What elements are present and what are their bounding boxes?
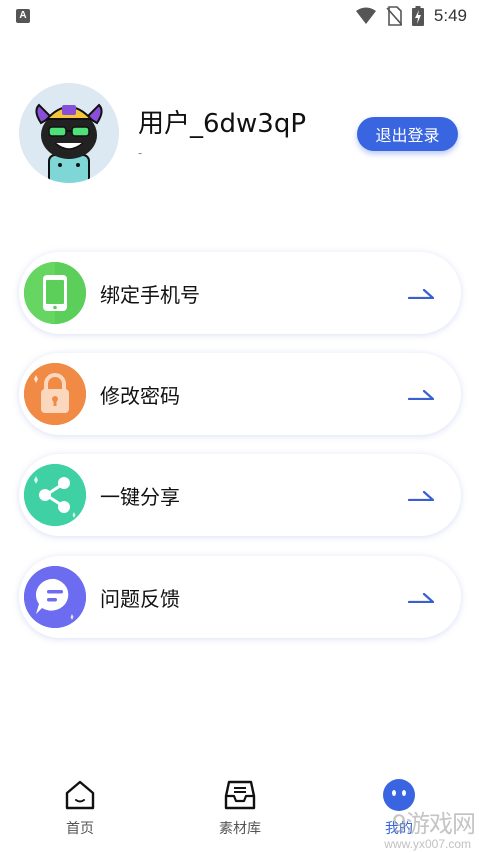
arrow-right-icon: [407, 592, 435, 603]
share-icon: [24, 464, 86, 526]
user-subline: -: [138, 146, 143, 160]
app-notification-icon: A: [16, 9, 30, 23]
menu-item-bind-phone[interactable]: 绑定手机号: [19, 252, 461, 334]
menu-item-feedback[interactable]: 问题反馈: [19, 556, 461, 638]
status-icons: 5:49: [355, 5, 467, 27]
status-bar: A 5:49: [0, 0, 479, 32]
menu-item-change-password[interactable]: 修改密码: [19, 353, 461, 435]
username: 用户_6dw3qP: [138, 109, 307, 139]
avatar[interactable]: [19, 83, 119, 183]
nav-label: 素材库: [219, 821, 261, 837]
status-time: 5:49: [433, 6, 467, 25]
arrow-right-icon: [407, 288, 435, 299]
arrow-right-icon: [407, 490, 435, 501]
nav-item-library[interactable]: 素材库: [190, 778, 290, 846]
watermark-url: www.yx007.com: [384, 837, 471, 851]
avatar-character-icon: [19, 83, 119, 183]
home-icon: [65, 780, 95, 810]
feedback-icon: [24, 566, 86, 628]
nav-item-home[interactable]: 首页: [30, 778, 130, 846]
logout-button[interactable]: 退出登录: [357, 117, 458, 151]
lock-icon: [24, 363, 86, 425]
nav-label: 首页: [66, 821, 94, 837]
wifi-icon: [355, 7, 376, 24]
bottom-nav: 首页 素材库 我的 9游戏网 www.yx007.com: [0, 770, 479, 853]
phone-icon: [24, 262, 86, 324]
inbox-icon: [224, 780, 256, 810]
no-sim-icon: [386, 6, 402, 26]
arrow-right-icon: [407, 389, 435, 400]
battery-charging-icon: [411, 6, 424, 26]
watermark-text: 9游戏网: [391, 810, 476, 838]
menu-item-share[interactable]: 一键分享: [19, 454, 461, 536]
